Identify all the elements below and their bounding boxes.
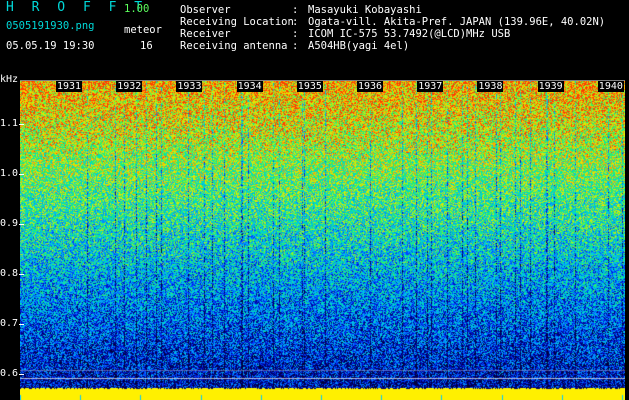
info-key: Receiving Location (180, 16, 294, 28)
header-panel: H R O F F T 1.00 0505191930.png meteor 0… (0, 0, 629, 76)
y-tick-mark (19, 274, 24, 275)
x-tick-label: 1934 (236, 81, 263, 92)
info-value: A504HB(yagi 4el) (308, 40, 410, 52)
y-axis-unit: kHz (0, 74, 19, 85)
y-tick-label: 0.9 (0, 218, 19, 229)
info-value: ICOM IC-575 53.7492(@LCD)MHz USB (308, 28, 511, 40)
info-key: Receiver (180, 28, 231, 40)
y-tick-mark (19, 224, 24, 225)
mode-count: 16 (140, 40, 153, 52)
info-row-location: Receiving Location: Ogata-vill. Akita-Pre… (180, 16, 605, 28)
info-colon: : (292, 16, 299, 28)
y-tick-label: 0.7 (0, 318, 19, 329)
date-time: 05.05.19 19:30 (6, 40, 95, 52)
info-colon: : (292, 40, 299, 52)
y-tick-mark (19, 324, 24, 325)
y-tick-mark (19, 374, 24, 375)
x-tick-label: 1933 (176, 81, 203, 92)
y-tick-label: 0.6 (0, 368, 19, 379)
info-key: Receiving antenna (180, 40, 288, 52)
x-tick-label: 1931 (56, 81, 83, 92)
station-info: Observer: Masayuki Kobayashi Receiving Lo… (180, 4, 605, 52)
x-tick-label: 1937 (417, 81, 444, 92)
info-value: Masayuki Kobayashi (308, 4, 422, 16)
file-name: 0505191930.png (6, 20, 95, 32)
y-tick-label: 1.1 (0, 118, 19, 129)
app-version: 1.00 (124, 3, 150, 15)
y-tick-label: 0.8 (0, 268, 19, 279)
spectrogram-canvas (20, 80, 625, 400)
info-row-observer: Observer: Masayuki Kobayashi (180, 4, 605, 16)
info-row-antenna: Receiving antenna: A504HB(yagi 4el) (180, 40, 605, 52)
x-tick-label: 1932 (116, 81, 143, 92)
info-row-receiver: Receiver: ICOM IC-575 53.7492(@LCD)MHz US… (180, 28, 605, 40)
info-colon: : (292, 4, 299, 16)
info-key: Observer (180, 4, 231, 16)
y-tick-mark (19, 124, 24, 125)
y-tick-label: 1.0 (0, 168, 19, 179)
y-tick-mark (19, 174, 24, 175)
mode-label: meteor (124, 24, 162, 36)
info-value: Ogata-vill. Akita-Pref. JAPAN (139.96E, … (308, 16, 606, 28)
x-tick-label: 1939 (537, 81, 564, 92)
x-tick-label: 1936 (357, 81, 384, 92)
x-tick-label: 1938 (477, 81, 504, 92)
x-tick-label: 1935 (296, 81, 323, 92)
info-colon: : (292, 28, 299, 40)
x-tick-label: 1940 (597, 81, 624, 92)
